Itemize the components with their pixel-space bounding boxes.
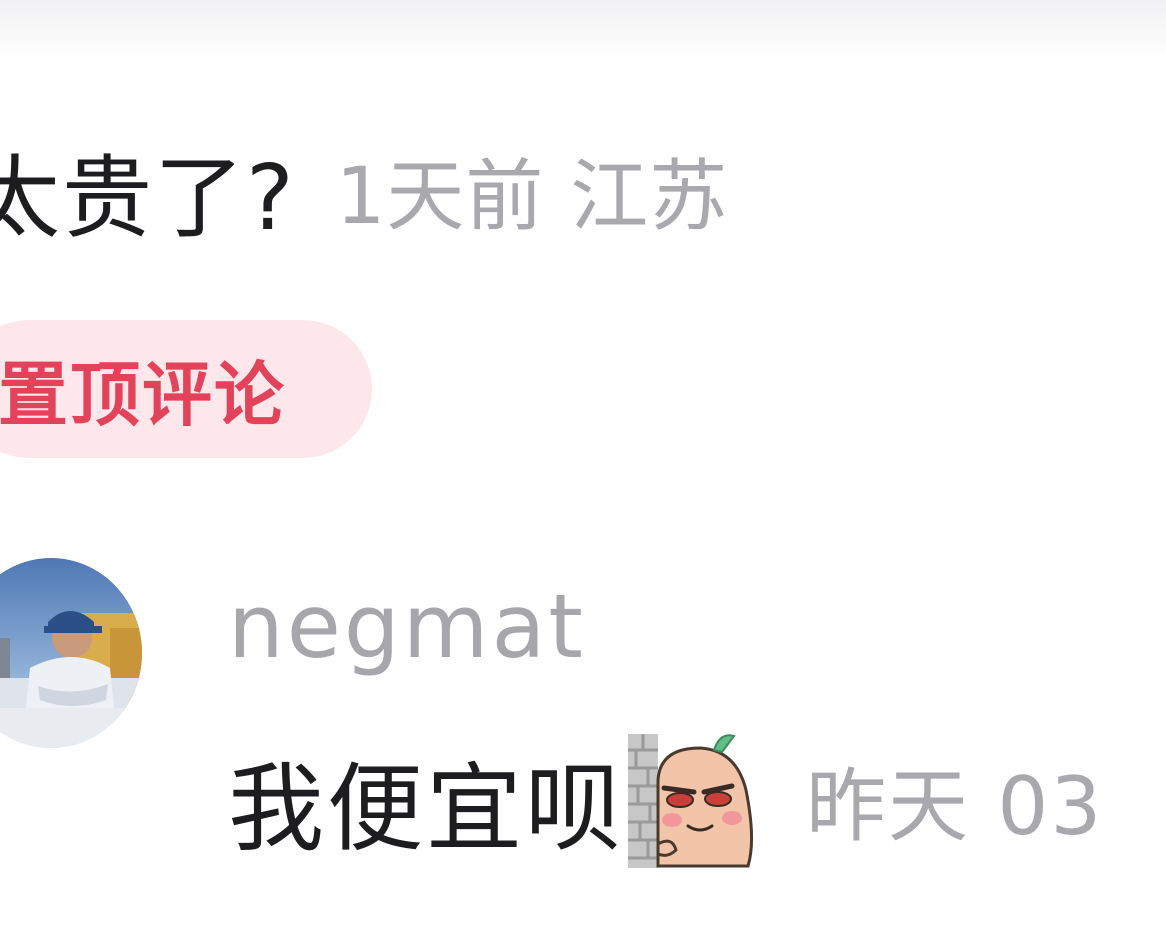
previous-comment-row: 太贵了? 1天前 江苏 [0, 134, 728, 251]
previous-comment-text: 太贵了? [0, 146, 296, 251]
previous-comment-time: 1天前 [335, 152, 545, 242]
pinned-comment-badge: 置顶评论 [0, 320, 372, 458]
top-divider-shadow [0, 0, 1166, 60]
previous-comment-location: 江苏 [570, 152, 729, 242]
previous-comment-meta: 1天前 江苏 [336, 134, 728, 246]
peeking-peanut-sticker-icon [628, 734, 754, 868]
reply-content-row: 我便宜呗 昨天 03 [228, 734, 1104, 868]
pinned-comment-label: 置顶评论 [0, 353, 286, 436]
avatar[interactable] [0, 558, 142, 748]
reply-text: 我便宜呗 [228, 752, 624, 865]
reply-username[interactable]: negmat [228, 575, 586, 678]
reply-time: 昨天 03 [806, 760, 1104, 853]
avatar-photo [0, 558, 142, 748]
